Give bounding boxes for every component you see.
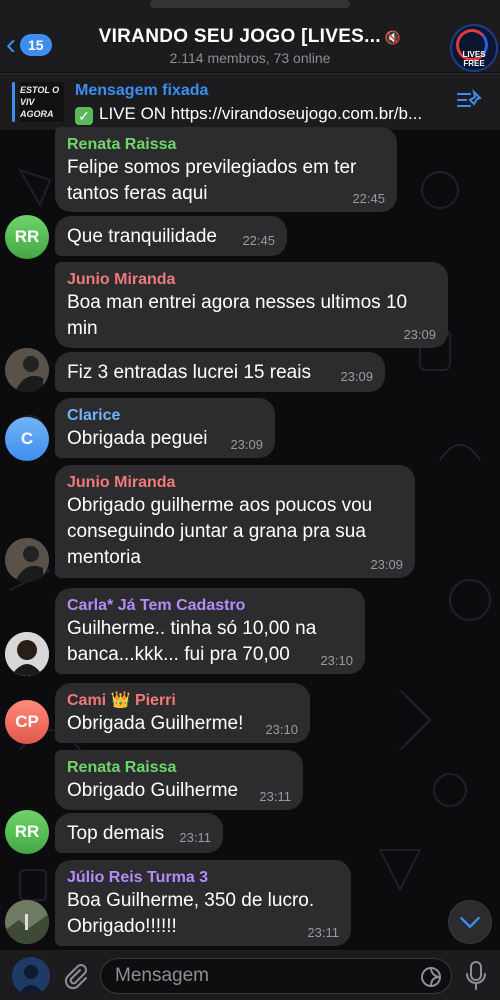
unread-count-badge: 15: [20, 34, 52, 56]
message-line: Felipe somos previlegiados em ter: [67, 157, 357, 178]
user-silhouette-icon: [5, 348, 49, 392]
user-landscape-icon: [5, 900, 49, 944]
message-time: 23:11: [307, 925, 339, 940]
chat-subtitle: 2.114 membros, 73 online: [169, 50, 331, 66]
message-time: 23:09: [340, 369, 373, 384]
message-line: Boa Guilherme, 350 de lucro.: [67, 890, 315, 911]
avatar-photo[interactable]: [5, 900, 49, 944]
message-time: 23:10: [320, 653, 353, 668]
group-avatar-label: LIVES FREE: [462, 50, 486, 68]
chat-title[interactable]: VIRANDO SEU JOGO [LIVES... 🔇: [90, 26, 410, 48]
check-icon: ✓: [75, 107, 93, 125]
pinned-text-row: ✓ LIVE ON https://virandoseujogo.com.br/b…: [75, 104, 465, 125]
message-line: Obrigado Guilherme: [67, 780, 239, 801]
sender-name: Renata Raissa: [67, 759, 177, 776]
message-line: Obrigada Guilherme!: [67, 713, 244, 734]
message-line: banca...kkk... fui pra 70,00: [67, 644, 290, 665]
message-bubble[interactable]: Renata Raissa Obrigado Guilherme 23:11: [55, 750, 303, 810]
avatar[interactable]: C: [5, 417, 49, 461]
chevron-left-icon: ‹: [6, 28, 16, 61]
attach-icon[interactable]: [62, 962, 88, 990]
message-bubble[interactable]: Junio Miranda Boa man entrei agora nesse…: [55, 262, 448, 348]
message-bubble[interactable]: Cami 👑 Pierri Obrigada Guilherme! 23:10: [55, 683, 310, 743]
sticker-icon[interactable]: [420, 966, 442, 988]
message-time: 22:45: [352, 191, 385, 206]
message-bubble[interactable]: Fiz 3 entradas lucrei 15 reais 23:09: [55, 352, 385, 392]
message-bubble[interactable]: Junio Miranda Obrigado guilherme aos pou…: [55, 465, 415, 578]
pinned-message-bar[interactable]: ESTOL O VIV AGORA Mensagem fixada ✓ LIVE …: [0, 73, 500, 130]
message-line: Obrigado guilherme aos poucos vou: [67, 495, 373, 516]
sender-name: Júlio Reis Turma 3: [67, 869, 209, 886]
message-time: 22:45: [242, 233, 275, 248]
avatar[interactable]: RR: [5, 215, 49, 259]
sender-name: Junio Miranda: [67, 474, 176, 491]
user-photo-icon: [12, 957, 50, 995]
message-line: mentoria: [67, 547, 141, 568]
message-line: tantos feras aqui: [67, 183, 208, 204]
message-line: Obrigado!!!!!!: [67, 916, 177, 937]
pinned-label: Mensagem fixada: [75, 82, 209, 99]
sender-name: Clarice: [67, 407, 121, 424]
message-time: 23:09: [370, 557, 403, 572]
avatar[interactable]: RR: [5, 810, 49, 854]
avatar-photo[interactable]: [5, 632, 49, 676]
message-time: 23:09: [230, 437, 263, 452]
avatar-photo[interactable]: [5, 348, 49, 392]
status-notch: [150, 0, 350, 8]
pinned-text: LIVE ON https://virandoseujogo.com.br/b.…: [99, 104, 423, 123]
sender-name: Junio Miranda: [67, 271, 176, 288]
sender-name: Carla* Já Tem Cadastro: [67, 597, 246, 614]
avatar-photo[interactable]: [5, 538, 49, 582]
microphone-icon[interactable]: [464, 960, 488, 992]
my-avatar[interactable]: [12, 957, 50, 995]
scroll-down-button[interactable]: [448, 900, 492, 944]
message-line: conseguindo juntar a grana pra sua: [67, 521, 366, 542]
message-bubble[interactable]: Que tranquilidade 22:45: [55, 216, 287, 256]
mute-icon: 🔇: [384, 30, 402, 45]
sender-name: Cami 👑 Pierri: [67, 692, 176, 709]
message-time: 23:11: [259, 789, 291, 804]
message-line: min: [67, 318, 98, 339]
message-line: Guilherme.. tinha só 10,00 na: [67, 618, 317, 639]
pinned-thumbnail: ESTOL O VIV AGORA: [20, 82, 64, 122]
message-line: Boa man entrei agora nesses ultimos 10: [67, 292, 408, 313]
user-photo-icon: [5, 632, 49, 676]
group-avatar[interactable]: LIVES FREE: [450, 24, 498, 72]
pinned-list-icon[interactable]: [456, 88, 484, 112]
message-bubble[interactable]: Clarice Obrigada peguei 23:09: [55, 398, 275, 458]
message-bubble[interactable]: Carla* Já Tem Cadastro Guilherme.. tinha…: [55, 588, 365, 674]
message-input[interactable]: Mensagem: [100, 958, 452, 994]
message-bubble[interactable]: Júlio Reis Turma 3 Boa Guilherme, 350 de…: [55, 860, 351, 946]
back-button[interactable]: ‹ 15: [6, 30, 52, 60]
chat-title-text: VIRANDO SEU JOGO [LIVES...: [98, 26, 381, 47]
sender-name: Renata Raissa: [67, 136, 177, 153]
message-time: 23:10: [265, 722, 298, 737]
avatar[interactable]: CP: [5, 700, 49, 744]
chat-header: ‹ 15 VIRANDO SEU JOGO [LIVES... 🔇 2.114 m…: [0, 0, 500, 72]
composer-bar: Mensagem: [0, 950, 500, 1000]
chevron-down-icon: [460, 916, 480, 929]
message-time: 23:11: [179, 830, 211, 845]
message-line: Fiz 3 entradas lucrei 15 reais: [67, 362, 311, 383]
user-silhouette-icon: [5, 538, 49, 582]
message-time: 23:09: [403, 327, 436, 342]
message-bubble[interactable]: Top demais 23:11: [55, 813, 223, 853]
pinned-indicator: [12, 82, 15, 122]
message-bubble[interactable]: Renata Raissa Felipe somos previlegiados…: [55, 127, 397, 212]
